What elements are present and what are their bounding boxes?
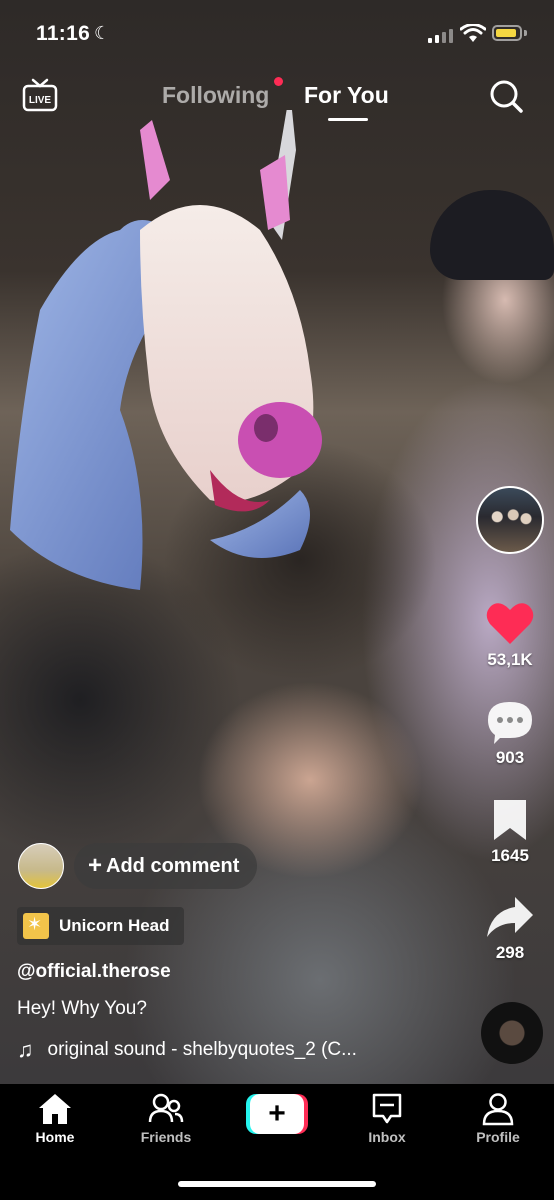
nav-friends-label: Friends [140, 1129, 192, 1145]
sound-link[interactable]: ♫ original sound - shelbyquotes_2 (C... [17, 1037, 357, 1063]
effect-chip[interactable]: Unicorn Head [17, 907, 184, 945]
live-icon[interactable]: LIVE [22, 78, 58, 112]
nav-home[interactable]: Home [15, 1092, 95, 1145]
profile-icon [482, 1093, 514, 1126]
add-comment-label: Add comment [106, 854, 240, 877]
post-caption: Hey! Why You? [17, 998, 147, 1019]
search-icon[interactable] [488, 78, 524, 114]
comment-button[interactable]: 903 [475, 700, 545, 768]
nav-friends[interactable]: Friends [126, 1092, 206, 1145]
plus-icon: + [88, 852, 103, 879]
like-count: 53,1K [487, 650, 533, 669]
friends-icon [148, 1093, 184, 1123]
wifi-icon [460, 24, 486, 42]
status-bar: 11:16 ☾ [0, 0, 554, 70]
live-label: LIVE [29, 95, 52, 106]
effect-label: Unicorn Head [59, 916, 170, 935]
like-button[interactable]: 53,1K [475, 600, 545, 670]
tab-for-you[interactable]: For You [304, 82, 389, 109]
add-comment-button[interactable]: + Add comment [74, 843, 258, 889]
comment-count: 903 [495, 748, 525, 767]
music-note-icon: ♫ [17, 1037, 34, 1062]
bookmark-icon [494, 800, 526, 840]
nav-profile[interactable]: Profile [458, 1092, 538, 1145]
cellular-signal-icon [428, 27, 454, 43]
nav-home-label: Home [35, 1129, 75, 1145]
creator-avatar[interactable] [476, 486, 544, 554]
music-disc-icon[interactable] [481, 1002, 543, 1064]
bookmark-count: 1645 [491, 846, 529, 865]
battery-tip [524, 30, 527, 36]
home-indicator[interactable] [178, 1181, 376, 1187]
battery-icon [492, 25, 522, 41]
new-content-dot [274, 77, 283, 86]
post-username[interactable]: @official.therose [17, 961, 171, 983]
share-arrow-icon [487, 897, 533, 937]
tab-following[interactable]: Following [162, 82, 269, 109]
video-person [430, 190, 554, 280]
create-post-button[interactable]: + [246, 1094, 308, 1134]
inbox-icon [372, 1093, 402, 1124]
moon-icon: ☾ [94, 23, 111, 43]
comment-icon [488, 702, 532, 744]
active-tab-indicator [328, 118, 368, 121]
plus-icon: + [250, 1094, 304, 1134]
bookmark-button[interactable]: 1645 [475, 798, 545, 866]
nav-inbox-label: Inbox [368, 1129, 406, 1145]
nav-inbox[interactable]: Inbox [347, 1092, 427, 1145]
home-icon [39, 1094, 71, 1124]
heart-icon [486, 603, 534, 644]
sound-label: original sound - shelbyquotes_2 (C... [47, 1039, 357, 1060]
unicorn-head-effect [10, 110, 322, 590]
share-count: 298 [495, 943, 525, 962]
user-avatar [18, 843, 64, 889]
status-time: 11:16 [36, 22, 91, 45]
nav-profile-label: Profile [476, 1129, 520, 1145]
share-button[interactable]: 298 [475, 895, 545, 963]
effect-sparkle-icon [23, 913, 49, 939]
